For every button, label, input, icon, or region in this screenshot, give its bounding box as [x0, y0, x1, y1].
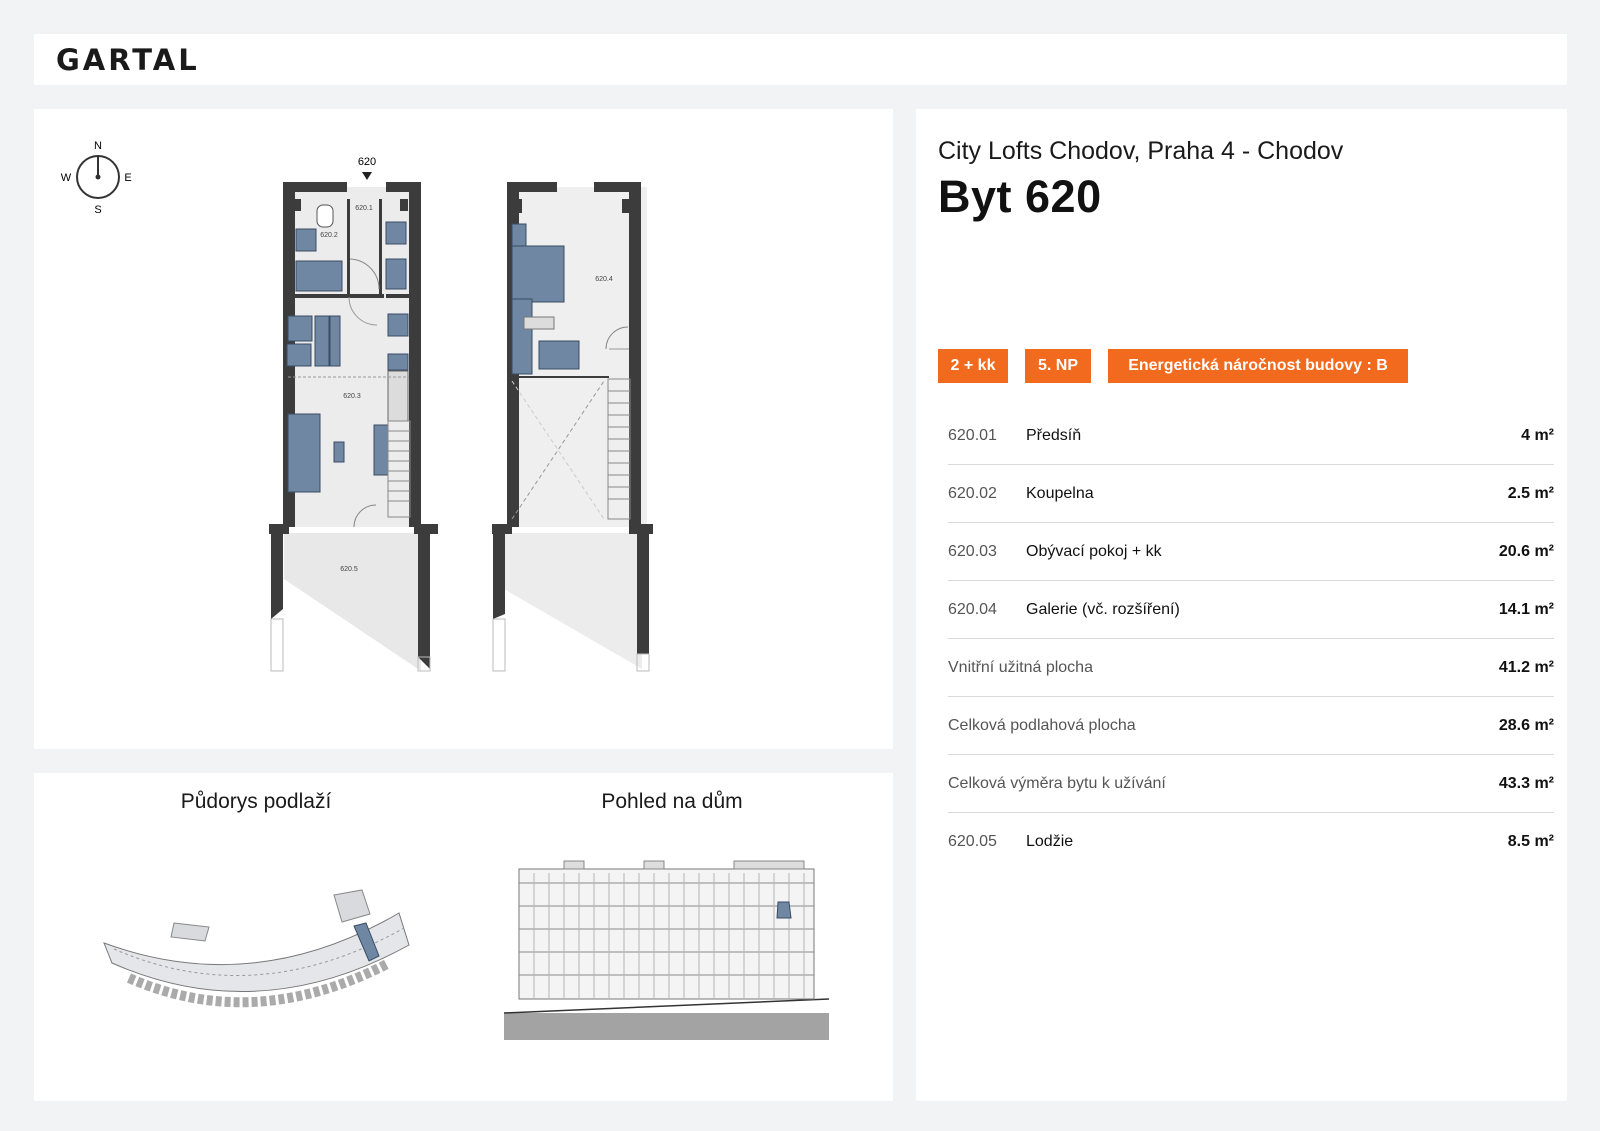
room-area: 20.6 m² — [1498, 543, 1554, 560]
entrance-arrow-icon — [362, 172, 372, 180]
table-row: Celková výměra bytu k užívání 43.3 m² — [948, 755, 1554, 813]
table-row: Celková podlahová plocha 28.6 m² — [948, 697, 1554, 755]
layout-badge: 2 + kk — [938, 349, 1008, 383]
room-label-620-1: 620.1 — [355, 205, 373, 212]
room-name: Předsíň — [1026, 427, 1082, 444]
header-bar: GARTAL — [34, 34, 1567, 85]
room-code: 620.02 — [948, 485, 997, 502]
compass-w: W — [61, 172, 72, 184]
compass-icon: N S E W — [61, 140, 132, 216]
room-name: Koupelna — [1026, 485, 1094, 502]
gartal-logo[interactable]: GARTAL — [56, 43, 200, 77]
area-table: 620.01 Předsíň 4 m² 620.02 Koupelna 2.5 … — [948, 407, 1554, 871]
energy-badge: Energetická náročnost budovy : B — [1108, 349, 1408, 383]
table-row: Vnitřní užitná plocha 41.2 m² — [948, 639, 1554, 697]
unit-marker-label: 620 — [358, 156, 376, 168]
table-row: 620.04 Galerie (vč. rozšíření) 14.1 m² — [948, 581, 1554, 639]
room-area: 2.5 m² — [1507, 485, 1554, 502]
summary-area: 43.3 m² — [1498, 775, 1554, 792]
apartment-floor-plan: N S E W 620 620.2 620.1 620.3 620.5 620.… — [61, 140, 653, 672]
floor-plan-panel: N S E W 620 620.2 620.1 620.3 620.5 620.… — [34, 109, 893, 749]
compass-n: N — [94, 140, 102, 152]
table-row: 620.01 Předsíň 4 m² — [948, 407, 1554, 465]
lower-floor-plan: 620.2 620.1 620.3 620.5 — [269, 182, 438, 672]
room-area: 14.1 m² — [1498, 601, 1554, 618]
compass-e: E — [124, 172, 131, 184]
project-name: City Lofts Chodov, Praha 4 - Chodov — [938, 137, 1344, 165]
floor-badge: 5. NP — [1025, 349, 1091, 383]
room-name: Lodžie — [1026, 833, 1074, 850]
compass-s: S — [94, 204, 101, 216]
building-elevation — [503, 860, 830, 1040]
summary-label: Vnitřní užitná plocha — [948, 659, 1093, 676]
room-label-620-3: 620.3 — [343, 393, 361, 400]
location-panel: Půdorys podlaží Pohled na dům — [34, 773, 893, 1101]
room-code: 620.05 — [948, 833, 997, 850]
floor-overview-plan — [103, 889, 410, 1008]
room-name: Obývací pokoj + kk — [1026, 543, 1162, 560]
location-illustrations — [103, 860, 830, 1040]
summary-area: 41.2 m² — [1498, 659, 1554, 676]
gallery-floor-plan: 620.4 — [492, 182, 653, 672]
room-label-620-5: 620.5 — [340, 566, 358, 573]
summary-area: 28.6 m² — [1498, 717, 1554, 734]
table-row: 620.03 Obývací pokoj + kk 20.6 m² — [948, 523, 1554, 581]
room-code: 620.01 — [948, 427, 997, 444]
room-code: 620.03 — [948, 543, 997, 560]
summary-label: Celková podlahová plocha — [948, 717, 1136, 734]
table-row: 620.02 Koupelna 2.5 m² — [948, 465, 1554, 523]
room-area: 8.5 m² — [1507, 833, 1554, 850]
unit-info-panel: City Lofts Chodov, Praha 4 - Chodov Byt … — [916, 109, 1567, 1101]
room-name: Galerie (vč. rozšíření) — [1026, 601, 1180, 618]
room-label-620-2: 620.2 — [320, 232, 338, 239]
summary-label: Celková výměra bytu k užívání — [948, 775, 1166, 792]
table-row: 620.05 Lodžie 8.5 m² — [948, 813, 1554, 871]
room-label-620-4: 620.4 — [595, 276, 613, 283]
room-code: 620.04 — [948, 601, 997, 618]
room-area: 4 m² — [1521, 427, 1554, 444]
unit-title: Byt 620 — [938, 171, 1102, 222]
